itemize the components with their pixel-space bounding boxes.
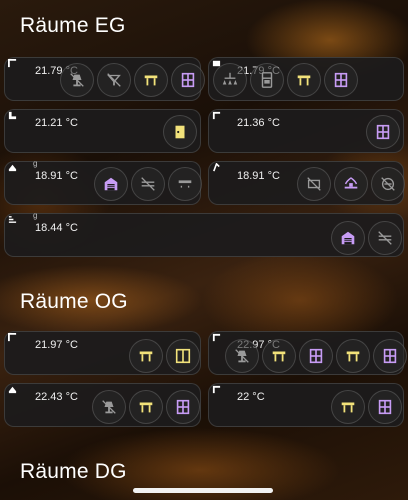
garage-icon[interactable] [94, 167, 128, 201]
no-sprinkler-icon[interactable] [371, 167, 405, 201]
outdoor-light-off-icon[interactable] [297, 167, 331, 201]
room-card-eg2[interactable]: 21.79 °C [208, 57, 404, 101]
table-icon[interactable] [129, 390, 163, 424]
light-strip-off-icon[interactable] [131, 167, 165, 201]
window-icon[interactable] [324, 63, 358, 97]
room-card-og1[interactable]: 21.97 °C [4, 331, 201, 375]
garage-icon[interactable] [331, 221, 365, 255]
room-temperature: 21.21 °C [35, 117, 78, 129]
room-type-icon [8, 59, 17, 68]
room-temperature: 18.91 °C [237, 170, 280, 182]
table-icon[interactable] [134, 63, 168, 97]
room-type-icon [8, 111, 17, 120]
room-type-icon [212, 333, 221, 342]
lamp-off-icon[interactable] [60, 63, 94, 97]
room-card-og3[interactable]: 22.43 °C [4, 383, 201, 427]
light-strip-off-icon[interactable] [368, 221, 402, 255]
lamp-off-icon[interactable] [225, 339, 259, 373]
room-temperature: 18.91 °C [35, 170, 78, 182]
room-card-eg5[interactable]: g 18.91 °C [4, 159, 202, 205]
room-temperature: 22.43 °C [35, 391, 78, 403]
room-card-eg7[interactable]: g 18.44 °C [4, 211, 404, 257]
section-heading-dg: Räume DG [20, 460, 127, 483]
table-icon[interactable] [336, 339, 370, 373]
window-icon[interactable] [368, 390, 402, 424]
fountain-icon[interactable] [334, 167, 368, 201]
room-type-icon [8, 216, 17, 223]
room-type-icon [8, 386, 17, 394]
room-card-eg6[interactable]: 18.91 °C [208, 161, 405, 205]
door-wide-icon[interactable] [166, 339, 200, 373]
chandelier-icon[interactable] [213, 63, 247, 97]
room-card-eg1[interactable]: 21.79 °C [4, 57, 205, 101]
window-icon[interactable] [171, 63, 205, 97]
table-icon[interactable] [262, 339, 296, 373]
room-card-og4[interactable]: 22 °C [208, 383, 404, 427]
window-icon[interactable] [166, 390, 200, 424]
fridge-icon[interactable] [250, 63, 284, 97]
room-temperature: 21.97 °C [35, 339, 78, 351]
section-heading-eg: Räume EG [20, 14, 126, 37]
room-card-eg3[interactable]: 21.21 °C [4, 109, 201, 153]
table-icon[interactable] [287, 63, 321, 97]
room-temperature: 21.36 °C [237, 117, 280, 129]
room-type-icon [212, 385, 221, 394]
table-icon[interactable] [331, 390, 365, 424]
lamp-off-icon[interactable] [92, 390, 126, 424]
room-type-icon [8, 333, 17, 342]
window-icon[interactable] [373, 339, 407, 373]
home-indicator[interactable] [133, 488, 273, 493]
room-card-og2[interactable]: 22.97 °C [208, 331, 407, 375]
table-icon[interactable] [129, 339, 163, 373]
room-type-icon [213, 163, 220, 172]
room-temperature: 22 °C [237, 391, 265, 403]
window-icon[interactable] [299, 339, 333, 373]
window-icon[interactable] [366, 115, 400, 149]
room-temperature: 18.44 °C [35, 222, 78, 234]
ceiling-light-icon[interactable] [168, 167, 202, 201]
light-off-icon[interactable] [97, 63, 131, 97]
clipped-room-name: g [33, 159, 38, 168]
clipped-room-name: g [33, 211, 38, 220]
door-icon[interactable] [163, 115, 197, 149]
section-heading-og: Räume OG [20, 290, 128, 313]
room-type-icon [8, 164, 17, 172]
room-card-eg4[interactable]: 21.36 °C [208, 109, 404, 153]
room-type-icon [212, 111, 221, 120]
